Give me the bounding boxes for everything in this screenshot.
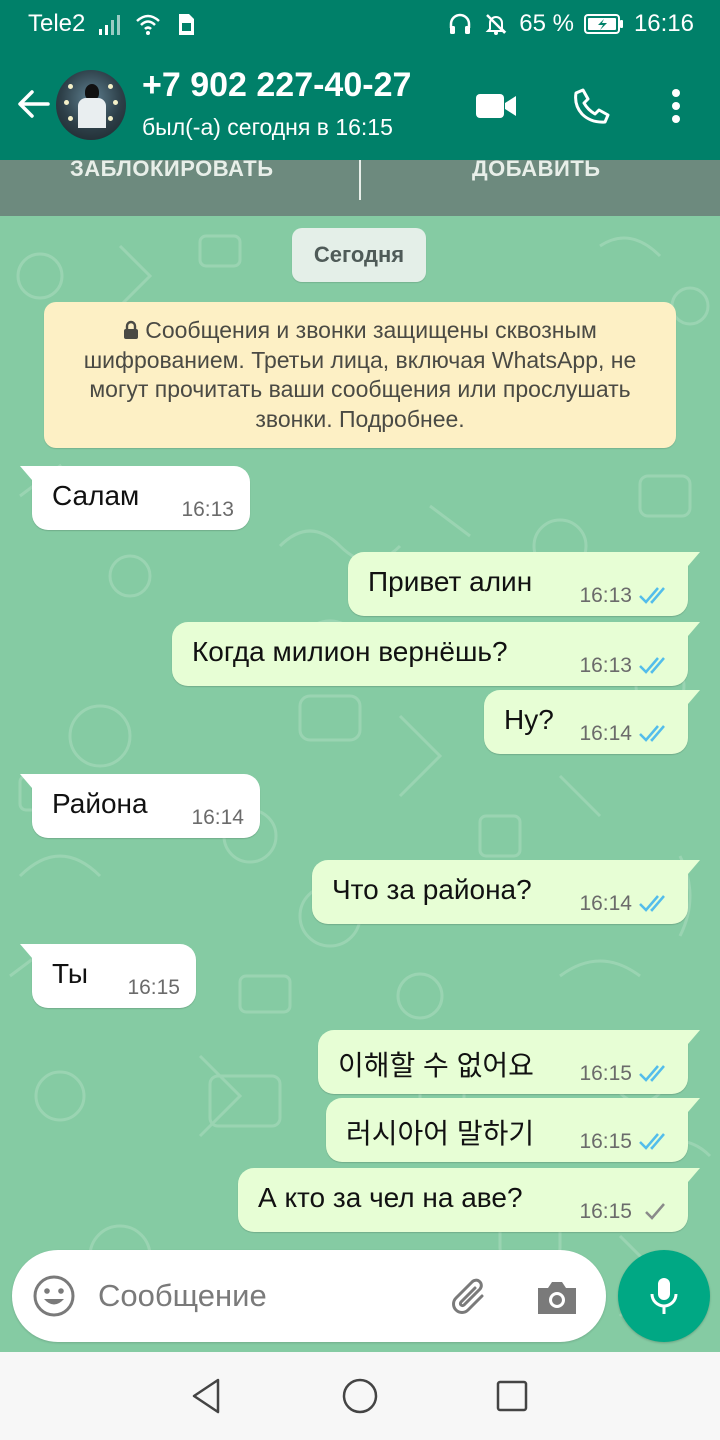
message-text: Когда милион вернёшь?: [192, 636, 508, 667]
contact-name[interactable]: +7 902 227-40-27: [142, 66, 411, 105]
bell-off-icon: [485, 14, 507, 35]
message-text: Ты: [52, 958, 88, 989]
nav-recents-icon[interactable]: [490, 1374, 534, 1418]
message-text: Района: [52, 788, 148, 819]
video-call-button[interactable]: [470, 80, 522, 132]
message-text: А кто за чел на аве?: [258, 1182, 523, 1213]
emoji-smiley-icon[interactable]: [32, 1274, 76, 1318]
message-text: 러시아어 말하기: [346, 1118, 535, 1149]
clock: 16:16: [633, 10, 694, 37]
message-bubble-incoming[interactable]: Салам 16:13: [20, 466, 250, 530]
microphone-icon: [650, 1278, 678, 1314]
block-button[interactable]: ЗАБЛОКИРОВАТЬ: [70, 160, 274, 182]
message-text: Салам: [52, 480, 140, 511]
message-time: 16:15: [127, 976, 180, 999]
read-ticks-icon: [639, 895, 665, 912]
phone-icon: [574, 88, 610, 124]
message-bubble-outgoing[interactable]: Ну? 16:14: [484, 690, 700, 754]
menu-button[interactable]: [650, 80, 702, 132]
encryption-notice[interactable]: Сообщения и звонки защищены сквозным шиф…: [44, 302, 676, 448]
nav-home-icon[interactable]: [338, 1374, 382, 1418]
sim-icon: [179, 14, 195, 35]
message-text: Что за района?: [332, 874, 532, 905]
add-contact-button[interactable]: ДОБАВИТЬ: [472, 160, 601, 182]
battery-icon: [583, 14, 623, 34]
message-text: Ну?: [504, 704, 554, 735]
signal-icon: [99, 15, 121, 35]
message-time: 16:14: [191, 806, 244, 829]
unknown-contact-banner: ЗАБЛОКИРОВАТЬ ДОБАВИТЬ: [0, 160, 720, 216]
message-bubble-outgoing[interactable]: 이해할 수 없어요 16:15: [318, 1030, 700, 1094]
avatar[interactable]: [56, 70, 126, 140]
message-bubble-outgoing[interactable]: А кто за чел на аве? 16:15: [238, 1168, 700, 1232]
chat-area[interactable]: Сегодня Сообщения и звонки защищены скво…: [0, 216, 720, 1352]
sent-tick-icon: [645, 1203, 665, 1220]
wifi-icon: [136, 14, 161, 35]
paperclip-icon[interactable]: [446, 1274, 494, 1322]
status-bar: Tele2 65 % 16:16: [0, 0, 720, 52]
message-time: 16:15: [579, 1130, 632, 1153]
nav-back-icon[interactable]: [184, 1374, 228, 1418]
battery-percent: 65 %: [519, 10, 574, 37]
carrier-label: Tele2: [28, 10, 86, 37]
encryption-notice-text: Сообщения и звонки защищены сквозным шиф…: [83, 317, 637, 432]
camera-icon[interactable]: [534, 1276, 580, 1318]
message-text: Привет алин: [368, 566, 533, 597]
message-input[interactable]: Сообщение: [98, 1278, 267, 1314]
voice-call-button[interactable]: [566, 80, 618, 132]
read-ticks-icon: [639, 725, 665, 742]
system-nav-bar: [0, 1352, 720, 1440]
message-bubble-outgoing[interactable]: Когда милион вернёшь? 16:13: [172, 622, 700, 686]
message-bubble-outgoing[interactable]: Привет алин 16:13: [348, 552, 700, 616]
read-ticks-icon: [639, 1133, 665, 1150]
lock-icon: [124, 320, 139, 339]
message-time: 16:15: [579, 1200, 632, 1223]
message-time: 16:13: [181, 498, 234, 521]
read-ticks-icon: [639, 1065, 665, 1082]
read-ticks-icon: [639, 587, 665, 604]
message-time: 16:13: [579, 654, 632, 677]
video-camera-icon: [476, 94, 516, 118]
message-bubble-outgoing[interactable]: Что за района? 16:14: [312, 860, 700, 924]
message-bubble-outgoing[interactable]: 러시아어 말하기 16:15: [326, 1098, 700, 1162]
message-time: 16:14: [579, 892, 632, 915]
message-time: 16:13: [579, 584, 632, 607]
headphones-icon: [449, 13, 471, 34]
message-time: 16:15: [579, 1062, 632, 1085]
message-bubble-incoming[interactable]: Ты 16:15: [20, 944, 196, 1008]
message-text: 이해할 수 없어요: [338, 1050, 534, 1081]
banner-divider: [359, 160, 361, 200]
read-ticks-icon: [639, 657, 665, 674]
microphone-button[interactable]: [618, 1250, 710, 1342]
message-input-bar[interactable]: Сообщение: [12, 1250, 606, 1342]
message-bubble-incoming[interactable]: Района 16:14: [20, 774, 260, 838]
chat-header: +7 902 227-40-27 был(-а) сегодня в 16:15: [0, 52, 720, 160]
more-vertical-icon: [672, 89, 680, 123]
arrow-left-icon[interactable]: [14, 84, 54, 124]
date-chip: Сегодня: [292, 228, 426, 282]
message-time: 16:14: [579, 722, 632, 745]
last-seen-status: был(-а) сегодня в 16:15: [142, 114, 393, 140]
